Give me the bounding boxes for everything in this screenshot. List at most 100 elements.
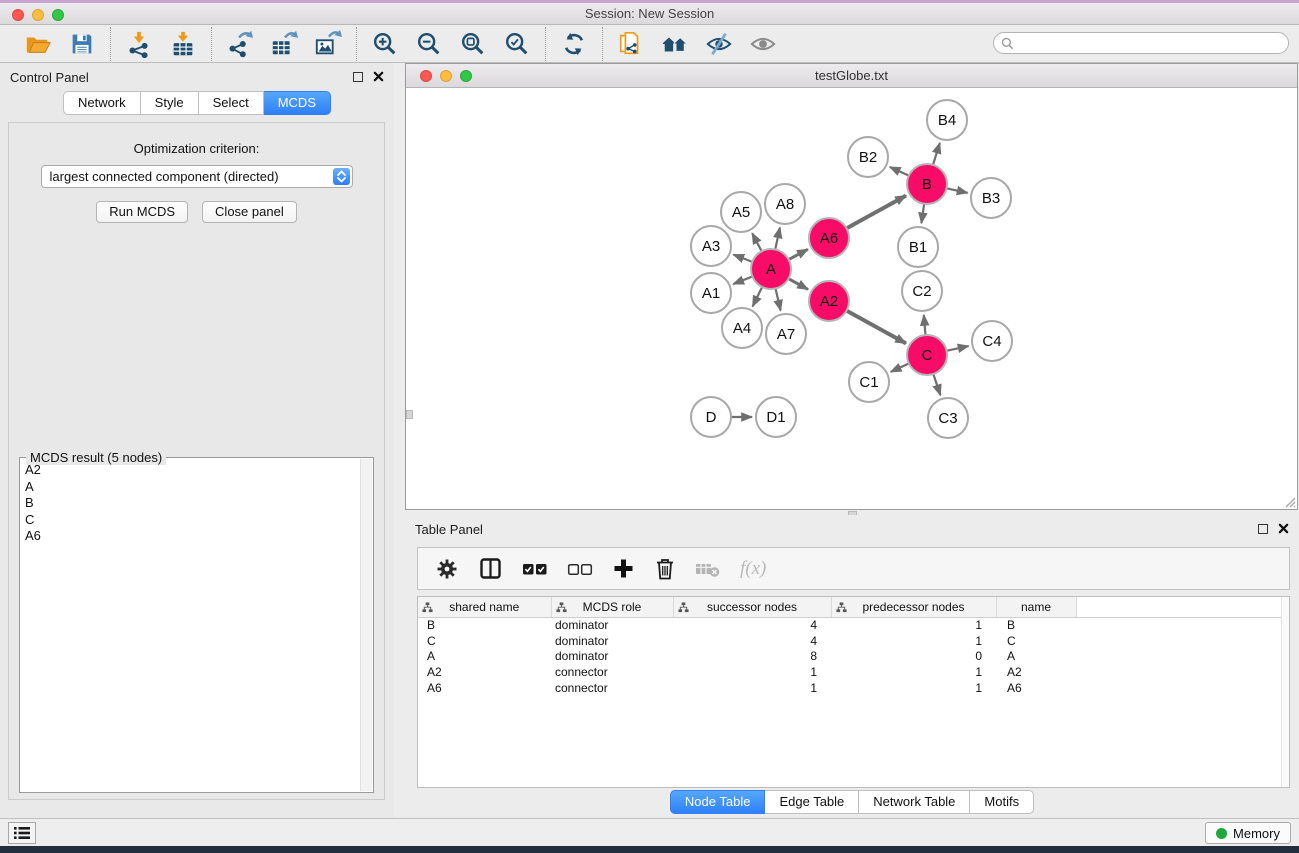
gear-icon[interactable] xyxy=(435,557,459,581)
table-cell[interactable]: 1 xyxy=(831,633,996,649)
graph-edge[interactable] xyxy=(775,227,780,249)
table-cell[interactable]: C xyxy=(996,633,1076,649)
split-columns-icon[interactable] xyxy=(478,556,503,581)
hide-eye-icon[interactable] xyxy=(703,28,735,60)
graph-edge[interactable] xyxy=(847,196,906,229)
column-header-successor-nodes[interactable]: successor nodes xyxy=(673,597,831,617)
tab-motifs[interactable]: Motifs xyxy=(970,790,1034,814)
add-column-icon[interactable] xyxy=(612,557,635,580)
save-session-icon[interactable] xyxy=(66,28,98,60)
float-panel-icon[interactable] xyxy=(353,72,363,82)
table-cell[interactable]: 1 xyxy=(673,680,831,696)
table-cell[interactable]: A6 xyxy=(996,680,1076,696)
table-cell[interactable]: B xyxy=(996,617,1076,633)
tab-style[interactable]: Style xyxy=(141,91,199,115)
table-cell[interactable]: dominator xyxy=(551,617,673,633)
mcds-result-item[interactable]: B xyxy=(25,495,360,512)
table-cell[interactable]: 1 xyxy=(673,664,831,680)
zoom-fit-icon[interactable] xyxy=(457,28,489,60)
network-from-file-icon[interactable] xyxy=(615,28,647,60)
graph-edge[interactable] xyxy=(933,143,940,165)
network-canvas[interactable]: B4B2BB3A8A5A6A3B1AA1C2A2A4A7C4CC1C3DD1 xyxy=(406,88,1297,508)
table-cell[interactable]: 4 xyxy=(673,617,831,633)
tab-mcds[interactable]: MCDS xyxy=(264,91,331,115)
double-home-icon[interactable] xyxy=(659,28,691,60)
tab-edge-table[interactable]: Edge Table xyxy=(765,790,859,814)
tab-network[interactable]: Network xyxy=(63,91,141,115)
table-cell[interactable]: 1 xyxy=(831,680,996,696)
zoom-selected-icon[interactable] xyxy=(501,28,533,60)
refresh-icon[interactable] xyxy=(558,28,590,60)
export-table-icon[interactable] xyxy=(268,28,300,60)
table-row[interactable]: Bdominator41B xyxy=(418,617,1289,633)
float-table-panel-icon[interactable] xyxy=(1258,524,1268,534)
graph-edge[interactable] xyxy=(947,346,969,351)
table-cell[interactable]: connector xyxy=(551,680,673,696)
zoom-in-icon[interactable] xyxy=(369,28,401,60)
graph-edge[interactable] xyxy=(775,288,780,310)
table-cell[interactable]: A2 xyxy=(418,664,551,680)
table-cell[interactable]: C xyxy=(418,633,551,649)
table-cell[interactable]: A2 xyxy=(996,664,1076,680)
zoom-out-icon[interactable] xyxy=(413,28,445,60)
mcds-result-item[interactable]: A6 xyxy=(25,528,360,545)
task-history-button[interactable] xyxy=(8,822,36,844)
table-cell[interactable]: A xyxy=(418,648,551,664)
table-cell[interactable]: dominator xyxy=(551,648,673,664)
search-box[interactable] xyxy=(993,32,1289,54)
table-cell[interactable]: 0 xyxy=(831,648,996,664)
graph-edge[interactable] xyxy=(789,279,808,290)
tab-node-table[interactable]: Node Table xyxy=(670,790,766,814)
graph-edge[interactable] xyxy=(921,204,924,223)
search-input[interactable] xyxy=(1018,34,1288,52)
table-cell[interactable]: dominator xyxy=(551,633,673,649)
column-header-mcds-role[interactable]: MCDS role xyxy=(551,597,673,617)
table-row[interactable]: Cdominator41C xyxy=(418,633,1289,649)
graph-edge[interactable] xyxy=(733,276,752,284)
tab-network-table[interactable]: Network Table xyxy=(859,790,970,814)
select-all-icon[interactable] xyxy=(522,561,548,577)
close-panel-button[interactable]: Close panel xyxy=(202,201,297,223)
tab-select[interactable]: Select xyxy=(199,91,264,115)
table-cell[interactable]: 1 xyxy=(831,617,996,633)
mcds-result-item[interactable]: C xyxy=(25,512,360,529)
graph-edge[interactable] xyxy=(752,233,762,251)
graph-edge[interactable] xyxy=(733,255,752,262)
table-row[interactable]: A2connector11A2 xyxy=(418,664,1289,680)
graph-edge[interactable] xyxy=(891,363,909,371)
export-network-icon[interactable] xyxy=(224,28,256,60)
table-cell[interactable]: connector xyxy=(551,664,673,680)
graph-edge[interactable] xyxy=(847,311,906,344)
graph-edge[interactable] xyxy=(753,287,763,307)
column-header-name[interactable]: name xyxy=(996,597,1076,617)
graph-edge[interactable] xyxy=(924,315,926,335)
delete-table-icon[interactable] xyxy=(695,558,721,580)
mcds-result-item[interactable]: A2 xyxy=(25,462,360,479)
splitter-handle[interactable] xyxy=(406,410,413,419)
show-eye-icon[interactable] xyxy=(747,28,779,60)
close-panel-icon[interactable] xyxy=(373,71,384,82)
graph-edge[interactable] xyxy=(890,167,909,176)
resize-grip-icon[interactable] xyxy=(1283,495,1296,508)
mcds-result-list[interactable]: A2ABCA6 xyxy=(21,460,360,791)
table-cell[interactable]: A6 xyxy=(418,680,551,696)
table-row[interactable]: Adominator80A xyxy=(418,648,1289,664)
graph-edge[interactable] xyxy=(789,249,808,259)
import-network-icon[interactable] xyxy=(123,28,155,60)
table-scrollbar[interactable] xyxy=(1281,597,1289,787)
graph-edge[interactable] xyxy=(947,188,968,193)
open-session-icon[interactable] xyxy=(22,28,54,60)
memory-button[interactable]: Memory xyxy=(1205,822,1291,844)
column-header-predecessor-nodes[interactable]: predecessor nodes xyxy=(831,597,996,617)
table-cell[interactable]: 4 xyxy=(673,633,831,649)
deselect-all-icon[interactable] xyxy=(567,561,593,577)
result-scrollbar[interactable] xyxy=(360,459,372,791)
table-cell[interactable]: 1 xyxy=(831,664,996,680)
close-table-panel-icon[interactable] xyxy=(1278,523,1289,534)
mcds-result-item[interactable]: A xyxy=(25,479,360,496)
export-image-icon[interactable] xyxy=(312,28,344,60)
table-cell[interactable]: 8 xyxy=(673,648,831,664)
column-header-shared-name[interactable]: shared name xyxy=(418,597,551,617)
optimization-criterion-select[interactable]: largest connected component (directed) xyxy=(41,165,353,188)
delete-column-icon[interactable] xyxy=(654,557,676,581)
